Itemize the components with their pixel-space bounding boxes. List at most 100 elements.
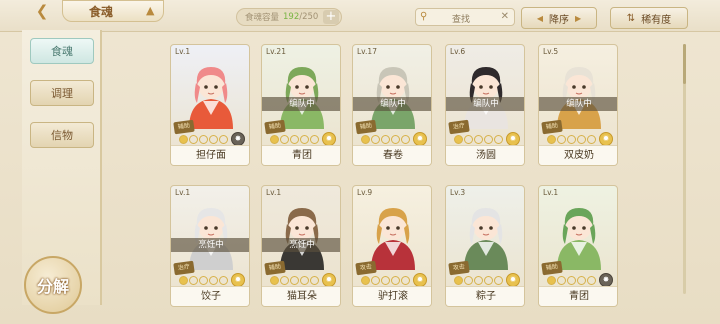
food-soul-card[interactable]: Lv.1 烹饪中 治疗 ✹ 饺子 bbox=[170, 185, 250, 307]
tab-label: 信物 bbox=[51, 129, 73, 142]
character-portrait bbox=[280, 67, 324, 129]
star-icon bbox=[494, 276, 503, 285]
food-soul-card[interactable]: Lv.3 攻击 ✹ 粽子 bbox=[445, 185, 525, 307]
sort-order-button[interactable]: ◀ 降序 ▶ bbox=[521, 7, 597, 29]
sort-arrows-icon: ⇅ bbox=[626, 12, 636, 24]
decompose-button[interactable]: 分解 bbox=[24, 256, 82, 314]
star-icon bbox=[219, 276, 228, 285]
scrollbar-thumb[interactable] bbox=[683, 44, 686, 84]
food-soul-card[interactable]: Lv.9 攻击 ✹ 驴打滚 bbox=[352, 185, 432, 307]
sort-by-button[interactable]: ⇅ 稀有度 bbox=[610, 7, 688, 29]
card-name: 担仔面 bbox=[171, 145, 249, 165]
food-soul-card[interactable]: Lv.6 编队中 治疗 ✹ 汤圆 bbox=[445, 44, 525, 166]
role-badge: 辅助 bbox=[541, 119, 563, 135]
star-rating bbox=[270, 135, 319, 144]
card-status-banner: 编队中 bbox=[446, 97, 524, 111]
light-element-icon: ✹ bbox=[506, 273, 520, 287]
food-soul-card[interactable]: Lv.1 烹饪中 辅助 ✹ 猫耳朵 bbox=[261, 185, 341, 307]
card-level: Lv.1 bbox=[543, 188, 559, 197]
star-icon bbox=[474, 276, 483, 285]
food-soul-card[interactable]: Lv.21 编队中 辅助 ✹ 青团 bbox=[261, 44, 341, 166]
star-icon bbox=[587, 135, 596, 144]
star-icon bbox=[219, 135, 228, 144]
star-icon bbox=[587, 276, 596, 285]
star-icon bbox=[484, 135, 493, 144]
star-icon bbox=[280, 135, 289, 144]
card-name: 春卷 bbox=[353, 145, 431, 165]
star-icon bbox=[547, 135, 556, 144]
clear-icon[interactable]: ✕ bbox=[501, 11, 509, 22]
tab-cooking[interactable]: 调理 bbox=[30, 80, 94, 106]
star-icon bbox=[371, 276, 380, 285]
card-status-banner: 烹饪中 bbox=[171, 238, 249, 252]
star-icon bbox=[371, 135, 380, 144]
capacity-count: 192 bbox=[283, 12, 300, 22]
card-status-banner: 编队中 bbox=[353, 97, 431, 111]
tab-food-souls[interactable]: 食魂 bbox=[30, 38, 94, 64]
star-icon bbox=[464, 276, 473, 285]
star-icon bbox=[494, 135, 503, 144]
card-name: 汤圆 bbox=[446, 145, 524, 165]
card-level: Lv.3 bbox=[450, 188, 466, 197]
light-element-icon: ✹ bbox=[322, 132, 336, 146]
plus-icon: + bbox=[325, 9, 337, 24]
tab-tokens[interactable]: 信物 bbox=[30, 122, 94, 148]
search-icon: ⚲ bbox=[420, 11, 428, 22]
star-icon bbox=[310, 276, 319, 285]
role-badge: 治疗 bbox=[173, 260, 195, 276]
star-icon bbox=[401, 135, 410, 144]
character-portrait bbox=[371, 208, 415, 270]
back-button[interactable]: ❮ bbox=[26, 0, 58, 22]
star-icon bbox=[454, 135, 463, 144]
star-rating bbox=[361, 276, 410, 285]
star-icon bbox=[270, 135, 279, 144]
top-bar: ❮ 食魂 ▲ 食魂容量 192/250 + ⚲ 查找 ✕ ◀ 降序 ▶ ⇅ 稀有… bbox=[0, 0, 720, 32]
expand-capacity-button[interactable]: + bbox=[323, 10, 339, 24]
star-icon bbox=[577, 135, 586, 144]
star-icon bbox=[280, 276, 289, 285]
star-icon bbox=[454, 276, 463, 285]
star-icon bbox=[189, 276, 198, 285]
card-level: Lv.17 bbox=[357, 47, 377, 56]
star-rating bbox=[270, 276, 319, 285]
card-name: 粽子 bbox=[446, 286, 524, 306]
card-name: 猫耳朵 bbox=[262, 286, 340, 306]
card-level: Lv.9 bbox=[357, 188, 373, 197]
light-element-icon: ✹ bbox=[322, 273, 336, 287]
star-rating bbox=[547, 135, 596, 144]
card-level: Lv.21 bbox=[266, 47, 286, 56]
character-portrait bbox=[189, 208, 233, 270]
card-status-banner: 编队中 bbox=[262, 97, 340, 111]
food-soul-card[interactable]: Lv.1 辅助 ✸ 青团 bbox=[538, 185, 618, 307]
star-icon bbox=[199, 135, 208, 144]
star-icon bbox=[199, 276, 208, 285]
card-status-banner: 烹饪中 bbox=[262, 238, 340, 252]
star-icon bbox=[391, 276, 400, 285]
star-rating bbox=[361, 135, 410, 144]
app-window: ❮ 食魂 ▲ 食魂容量 192/250 + ⚲ 查找 ✕ ◀ 降序 ▶ ⇅ 稀有… bbox=[0, 0, 720, 324]
star-icon bbox=[557, 276, 566, 285]
role-badge: 辅助 bbox=[264, 119, 286, 135]
star-icon bbox=[464, 135, 473, 144]
capacity-label: 食魂容量 bbox=[245, 13, 280, 23]
character-portrait bbox=[464, 67, 508, 129]
star-icon bbox=[567, 276, 576, 285]
star-icon bbox=[557, 135, 566, 144]
character-portrait bbox=[557, 208, 601, 270]
chevron-left-icon: ◀ bbox=[536, 13, 543, 23]
food-soul-card[interactable]: Lv.5 编队中 辅助 ✹ 双皮奶 bbox=[538, 44, 618, 166]
star-rating bbox=[547, 276, 596, 285]
chevron-left-icon: ❮ bbox=[35, 2, 49, 20]
star-icon bbox=[300, 276, 309, 285]
star-icon bbox=[300, 135, 309, 144]
star-icon bbox=[361, 135, 370, 144]
food-soul-card[interactable]: Lv.1 辅助 ✸ 担仔面 bbox=[170, 44, 250, 166]
tab-label: 调理 bbox=[51, 87, 73, 100]
food-soul-card[interactable]: Lv.17 编队中 辅助 ✹ 春卷 bbox=[352, 44, 432, 166]
tab-label: 食魂 bbox=[51, 45, 73, 58]
star-icon bbox=[310, 135, 319, 144]
search-field[interactable]: ⚲ 查找 ✕ bbox=[415, 8, 515, 26]
character-portrait bbox=[280, 208, 324, 270]
light-element-icon: ✹ bbox=[506, 132, 520, 146]
star-icon bbox=[270, 276, 279, 285]
